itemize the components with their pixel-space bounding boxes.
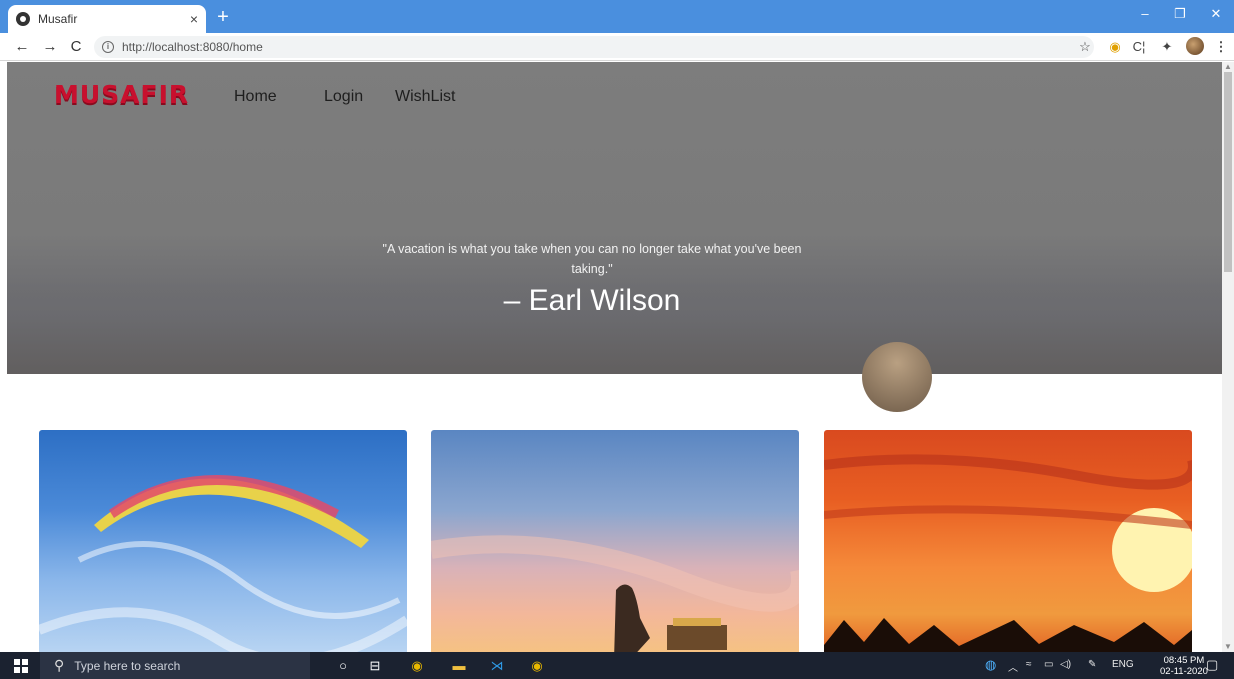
page-viewport: MUSAFIR Home Login WishList "A vacation … <box>7 62 1222 652</box>
minimize-button[interactable]: – <box>1133 6 1157 21</box>
close-window-button[interactable]: ✕ <box>1204 6 1228 22</box>
pen-icon[interactable]: ✎ <box>1088 659 1096 670</box>
reload-button[interactable]: C <box>66 37 86 57</box>
page-scrollbar[interactable]: ▲ ▼ <box>1222 62 1234 652</box>
paraglider-image <box>39 475 407 652</box>
camel-image <box>431 535 799 652</box>
extension-icon[interactable]: ◉ <box>1106 38 1124 56</box>
back-button[interactable]: ← <box>12 37 32 57</box>
profile-avatar[interactable] <box>1186 37 1204 55</box>
browser-tab-strip: Musafir × + – ❐ ✕ <box>0 0 1234 33</box>
nav-home-link[interactable]: Home <box>234 88 277 106</box>
address-bar[interactable]: i http://localhost:8080/home <box>94 36 1094 58</box>
scrollbar-thumb[interactable] <box>1224 72 1232 272</box>
extension-icon-2[interactable]: C¦ <box>1130 38 1148 56</box>
file-explorer-icon[interactable]: ▬ <box>450 657 468 675</box>
url-text: http://localhost:8080/home <box>122 40 263 54</box>
destination-card-desert[interactable] <box>431 430 799 652</box>
nav-login-link[interactable]: Login <box>324 88 363 106</box>
cortana-icon[interactable]: ○ <box>334 657 352 675</box>
windows-start-icon[interactable] <box>14 659 28 673</box>
vscode-icon[interactable]: ⋊ <box>488 657 506 675</box>
chrome-taskbar-icon[interactable]: ◉ <box>408 657 426 675</box>
hero-quote: "A vacation is what you take when you ca… <box>382 242 802 276</box>
language-indicator[interactable]: ENG <box>1112 659 1134 670</box>
task-view-icon[interactable]: ⊟ <box>366 657 384 675</box>
taskbar-search-placeholder: Type here to search <box>74 658 181 673</box>
tray-chevron-icon[interactable]: ︿ <box>1008 659 1018 674</box>
extensions-puzzle-icon[interactable]: ✦ <box>1158 38 1176 56</box>
browser-menu-icon[interactable]: ⋮ <box>1212 38 1230 56</box>
hero-banner: MUSAFIR Home Login WishList "A vacation … <box>7 62 1222 412</box>
taskbar-search-box[interactable]: ⚲ Type here to search <box>40 652 310 679</box>
browser-toolbar: ← → C i http://localhost:8080/home ☆ ◉ C… <box>0 33 1234 61</box>
tab-title: Musafir <box>38 12 78 26</box>
bookmark-star-icon[interactable]: ☆ <box>1076 38 1094 56</box>
battery-icon[interactable]: ▭ <box>1044 659 1053 670</box>
windows-taskbar: ⚲ Type here to search ○ ⊟ ◉ ▬ ⋊ ◉ ◍ ︿ ≈ … <box>0 652 1234 679</box>
brand-logo[interactable]: MUSAFIR <box>54 80 189 109</box>
forward-button[interactable]: → <box>40 37 60 57</box>
browser-tab[interactable]: Musafir × <box>8 5 206 33</box>
nav-wishlist-link[interactable]: WishList <box>395 88 455 106</box>
hero-quote-author: – Earl Wilson <box>503 284 681 317</box>
taskbar-clock[interactable]: 08:45 PM 02-11-2020 <box>1160 655 1208 677</box>
help-icon[interactable]: ◍ <box>985 657 996 673</box>
wifi-icon[interactable]: ≈ <box>1026 659 1032 670</box>
restore-button[interactable]: ❐ <box>1168 6 1192 22</box>
site-info-icon[interactable]: i <box>102 41 114 53</box>
hero-background-person <box>862 342 932 412</box>
clock-time: 08:45 PM <box>1163 655 1205 666</box>
scroll-down-arrow-icon[interactable]: ▼ <box>1222 642 1234 652</box>
chrome-active-taskbar-icon[interactable]: ◉ <box>528 657 546 675</box>
clock-date: 02-11-2020 <box>1160 666 1208 677</box>
search-icon: ⚲ <box>54 657 65 673</box>
sunset-palms-image <box>824 454 1192 652</box>
tab-close-icon[interactable]: × <box>190 11 198 27</box>
destination-card-sunset[interactable] <box>824 430 1192 652</box>
new-tab-button[interactable]: + <box>212 7 234 29</box>
notifications-icon[interactable]: ▢ <box>1206 657 1218 673</box>
destination-card-paragliding[interactable] <box>39 430 407 652</box>
volume-icon[interactable]: ◁) <box>1060 659 1071 670</box>
scroll-up-arrow-icon[interactable]: ▲ <box>1222 62 1234 72</box>
site-favicon-icon <box>16 12 30 26</box>
